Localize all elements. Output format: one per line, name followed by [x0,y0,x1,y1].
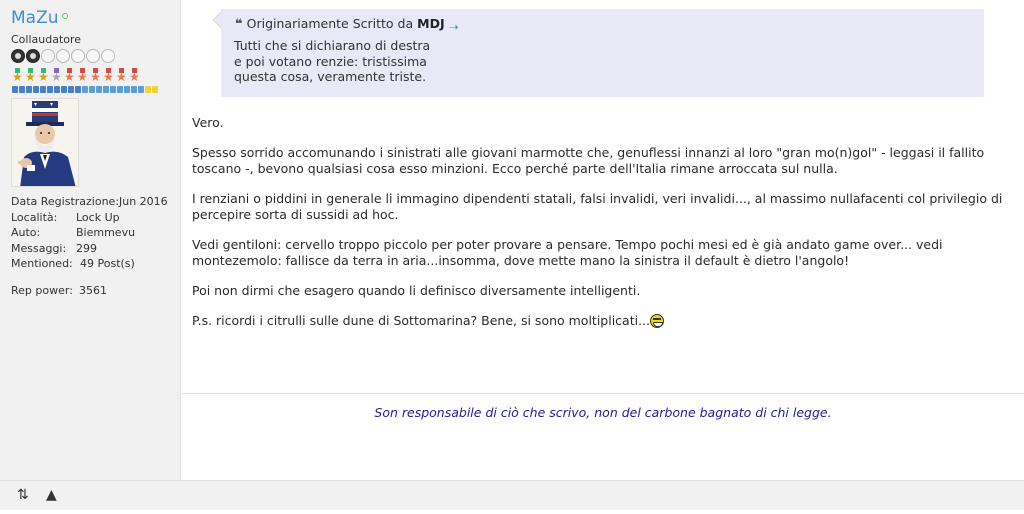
user-info-list: Data Registrazione: Jun 2016 Località: L… [11,194,168,299]
badge-icon [82,86,88,93]
badge-icon [110,86,116,93]
post-paragraph-text: P.s. ricordi i citrulli sulle dune di So… [192,313,651,328]
badge-icon [19,86,25,93]
badge-icon [145,86,151,93]
info-car: Auto: Biemmevu [11,225,135,241]
badge-icon [12,86,18,93]
quote-mark-icon: ❝ [235,17,243,32]
quote-header: ❝ Originariamente Scritto da MDJ ➝ [235,16,459,34]
arrow-right-icon[interactable]: ➝ [449,20,459,34]
username-text[interactable]: MaZu [11,8,59,28]
badge-icon [117,86,123,93]
signature-divider [182,393,1024,394]
user-sidebar: MaZu Collaudatore ★ ★ ★ ★ ★ ★ ★ ★ ★ ★ Da… [0,0,181,480]
badge-icon [152,86,158,93]
quote-author: MDJ [417,16,445,31]
info-label: Rep power: [11,283,73,297]
post-footer: ⇅ ▲ [0,480,1024,510]
badge-icon [61,86,67,93]
info-location: Località: Lock Up [11,210,120,226]
avatar[interactable] [11,98,79,187]
medal-icon: ★ [77,68,88,84]
info-rep-power: Rep power: 3561 [11,283,119,299]
info-value: 299 [76,241,97,255]
badge-icon [26,86,32,93]
reputation-balls [11,49,115,63]
post-paragraph: Vero. [192,115,224,130]
post-paragraph: Spesso sorrido accomunando i sinistrati … [192,145,985,176]
info-label: Messaggi: [11,241,67,255]
info-value: Biemmevu [76,226,136,239]
username-link[interactable]: MaZu [11,8,68,28]
quote-line: e poi votano renzie: tristissima [234,53,427,69]
badge-icon [40,86,46,93]
post-paragraph: Vedi gentiloni: cervello troppo piccolo … [192,237,943,268]
badge-icon [96,86,102,93]
info-label: Auto: [11,226,41,239]
medals-row: ★ ★ ★ ★ ★ ★ ★ ★ ★ ★ [12,68,140,84]
online-status-icon [61,13,68,19]
post-content: ❝ Originariamente Scritto da MDJ ➝ Tutti c… [182,0,1024,480]
info-label: Data Registrazione: [11,195,120,208]
sort-arrows-icon[interactable]: ⇅ [17,488,29,502]
quote-block: ❝ Originariamente Scritto da MDJ ➝ Tutti c… [221,9,984,97]
badge-icon [75,86,81,93]
badge-icon [33,86,39,93]
info-value[interactable]: 49 Post(s) [80,256,135,272]
badge-icon [138,86,144,93]
info-label: Località: [11,210,58,224]
medal-icon: ★ [90,68,101,84]
reputation-ball-empty-icon [41,49,55,63]
medal-icon: ★ [25,68,36,84]
badge-icon [103,86,109,93]
badge-icon [47,86,53,93]
medal-icon: ★ [12,68,23,84]
post-paragraph: I renziani o piddini in generale li imma… [192,191,1003,222]
reputation-ball-empty-icon [86,49,100,63]
info-mentioned: Mentioned: 49 Post(s) [11,256,135,272]
reputation-ball-icon [11,49,25,63]
warning-icon[interactable]: ▲ [46,488,57,502]
info-value: Jun 2016 [119,195,168,208]
medal-icon: ★ [116,68,127,84]
info-messages: Messaggi: 299 [11,241,119,257]
post-paragraph: Poi non dirmi che esagero quando li defi… [192,283,641,298]
reputation-ball-empty-icon [56,49,70,63]
quote-text: Tutti che si dichiarano di destra e poi … [234,38,430,85]
medal-icon: ★ [64,68,75,84]
info-value: 3561 [79,283,107,297]
uncle-sam-avatar-image [12,99,78,186]
medal-icon: ★ [129,68,140,84]
info-value: Lock Up [76,210,120,224]
post-message: Vero. Spesso sorrido accomunando i sinis… [192,115,1012,343]
badge-icon [54,86,60,93]
reputation-ball-empty-icon [101,49,115,63]
info-registration: Data Registrazione: Jun 2016 [11,194,168,210]
badge-icon [131,86,137,93]
quote-prefix: Originariamente Scritto da [246,16,414,31]
medal-icon: ★ [38,68,49,84]
info-label: Mentioned: [11,257,73,270]
user-title: Collaudatore [11,33,82,46]
quote-line: questa cosa, veramente triste. [234,69,427,84]
reputation-ball-icon [26,49,40,63]
badge-icon [68,86,74,93]
badges-row [12,86,158,93]
post-paragraph-last: P.s. ricordi i citrulli sulle dune di So… [192,313,1012,329]
laughing-smiley-icon [650,313,665,328]
signature-text: Son responsabile di ciò che scrivo, non … [374,405,832,420]
badge-icon [89,86,95,93]
medal-icon: ★ [51,68,62,84]
badge-icon [124,86,130,93]
quote-line: Tutti che si dichiarano di destra [234,38,431,53]
reputation-ball-empty-icon [71,49,85,63]
medal-icon: ★ [103,68,114,84]
